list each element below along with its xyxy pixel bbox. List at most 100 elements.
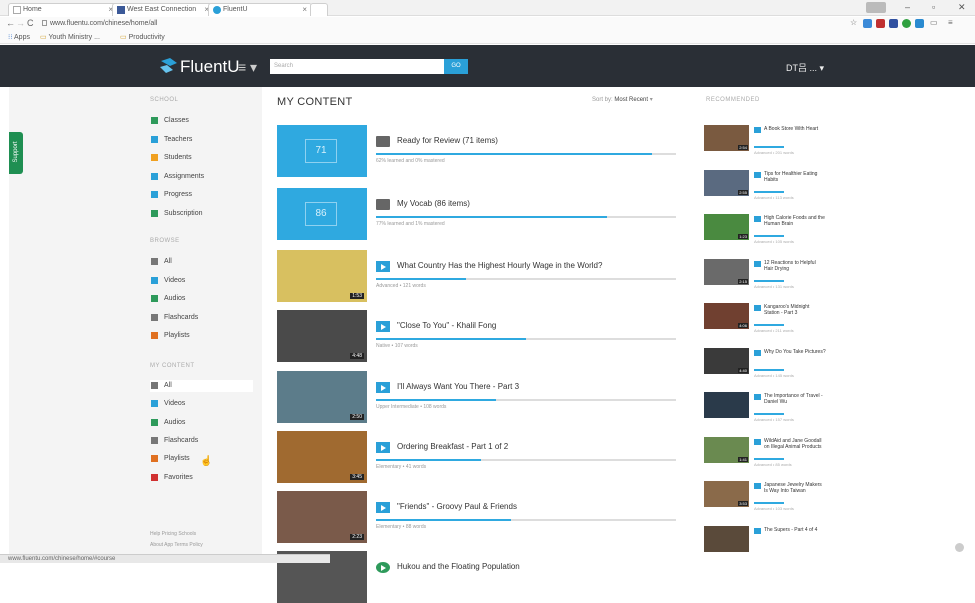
- support-tab[interactable]: Support: [9, 132, 23, 174]
- recommended-item[interactable]: 1:41 WildAid and Jane Goodall on Illegal …: [704, 436, 826, 477]
- recommended-title[interactable]: The Importance of Travel - Daniel Wu: [764, 393, 826, 405]
- content-card[interactable]: 4:48 "Close To You" - Khalil Fong Native •…: [277, 310, 697, 362]
- video-thumbnail[interactable]: 2:23: [277, 491, 367, 543]
- menu-icon[interactable]: ≡: [948, 18, 953, 27]
- new-tab-button[interactable]: [310, 3, 328, 16]
- video-thumbnail[interactable]: 4:48: [277, 310, 367, 362]
- browser-tab-home[interactable]: Home ×: [8, 3, 118, 16]
- video-thumbnail[interactable]: 1:23: [704, 214, 749, 240]
- forward-icon[interactable]: →: [16, 18, 25, 28]
- extension-icon[interactable]: [863, 19, 872, 28]
- extension-icon[interactable]: [876, 19, 885, 28]
- recommended-title[interactable]: WildAid and Jane Goodall on Illegal Anim…: [764, 438, 826, 450]
- video-thumbnail[interactable]: [704, 525, 749, 552]
- recommended-item[interactable]: The Supers - Part 4 of 4: [704, 525, 826, 566]
- sidebar-item-flashcards[interactable]: Flashcards: [150, 435, 253, 447]
- video-thumbnail[interactable]: 3:53: [704, 481, 749, 507]
- video-thumbnail[interactable]: [704, 392, 749, 418]
- sort-control[interactable]: Sort by: Most Recent ▾: [592, 96, 653, 103]
- back-icon[interactable]: ←: [6, 18, 15, 28]
- address-bar[interactable]: www.fluentu.com/chinese/home/all: [36, 18, 844, 30]
- recommended-title[interactable]: Tips for Healthier Eating Habits: [764, 171, 826, 183]
- content-card[interactable]: 2:23 "Friends" - Groovy Paul & Friends Ele…: [277, 491, 697, 543]
- reload-icon[interactable]: C: [27, 18, 34, 28]
- recommended-item[interactable]: 1:23 High Calorie Foods and the Human Bra…: [704, 214, 826, 254]
- sidebar-item-classes[interactable]: Classes: [150, 115, 253, 127]
- recommended-item[interactable]: The Importance of Travel - Daniel Wu Adva…: [704, 392, 824, 432]
- recommended-item[interactable]: 3:53 Japanese Jewelry Makers Is Way Into …: [704, 481, 824, 521]
- content-title[interactable]: Hukou and the Floating Population: [397, 562, 520, 571]
- sidebar-item-progress[interactable]: Progress: [150, 189, 253, 201]
- star-icon[interactable]: ☆: [850, 18, 857, 27]
- recommended-title[interactable]: Kangaroo's Midnight Station - Part 3: [764, 304, 826, 316]
- recommended-item[interactable]: 4:06 Kangaroo's Midnight Station - Part 3…: [704, 303, 824, 343]
- content-card[interactable]: 86 My Vocab (86 items) 77% learned and 1% …: [277, 188, 697, 240]
- sidebar-item-favorites[interactable]: Favorites: [150, 472, 253, 484]
- sidebar-item-assignments[interactable]: Assignments: [150, 171, 253, 183]
- content-card[interactable]: 2:50 I'll Always Want You There - Part 3 U…: [277, 371, 697, 423]
- sidebar-item-students[interactable]: Students: [150, 152, 253, 164]
- recommended-item[interactable]: 2:54 A Book Store With Heart Advanced • 20…: [704, 125, 824, 165]
- content-title[interactable]: "Close To You" - Khalil Fong: [397, 321, 496, 330]
- sidebar-item-playlists[interactable]: Playlists: [150, 330, 253, 342]
- video-thumbnail[interactable]: 2:54: [704, 125, 749, 151]
- video-thumbnail[interactable]: 2:50: [277, 371, 367, 423]
- content-title[interactable]: Ordering Breakfast - Part 1 of 2: [397, 442, 508, 451]
- recommended-title[interactable]: Japanese Jewelry Makers Is Way Into Taiw…: [764, 482, 826, 494]
- language-selector[interactable]: DT吕 ... ▾: [786, 61, 824, 74]
- maximize-icon[interactable]: ▫: [932, 2, 935, 12]
- minimize-icon[interactable]: –: [905, 2, 910, 12]
- video-thumbnail[interactable]: 3:45: [277, 431, 367, 483]
- recommended-item[interactable]: 4:40 Why Do You Take Pictures? Advanced • …: [704, 347, 826, 388]
- video-thumbnail[interactable]: 1:41: [704, 436, 749, 463]
- content-title[interactable]: "Friends" - Groovy Paul & Friends: [397, 502, 517, 511]
- extension-icon[interactable]: [889, 19, 898, 28]
- recommended-item[interactable]: 2:55 Tips for Healthier Eating Habits Adva…: [704, 169, 826, 210]
- bookmark-youth-ministry[interactable]: ▭ Youth Ministry ...: [40, 32, 100, 44]
- sidebar-item-flashcards[interactable]: Flashcards: [150, 312, 253, 324]
- user-badge[interactable]: [866, 2, 886, 13]
- content-title[interactable]: What Country Has the Highest Hourly Wage…: [397, 261, 602, 270]
- content-card[interactable]: 71 Ready for Review (71 items) 62% learned…: [277, 125, 697, 177]
- recommended-title[interactable]: 12 Reactions to Helpful Hair Drying: [764, 260, 826, 272]
- sidebar-item-subscription[interactable]: Subscription: [150, 208, 253, 220]
- content-title[interactable]: My Vocab (86 items): [397, 199, 470, 208]
- flashcard-deck-thumbnail[interactable]: 86: [277, 188, 367, 240]
- browser-tab-fluentu[interactable]: FluentU ×: [208, 3, 312, 16]
- recommended-title[interactable]: Why Do You Take Pictures?: [764, 349, 826, 355]
- sidebar-item-videos[interactable]: Videos: [150, 275, 253, 287]
- sidebar-item-audios[interactable]: Audios: [150, 417, 253, 429]
- close-window-icon[interactable]: ✕: [958, 2, 966, 13]
- search-go-button[interactable]: GO: [444, 59, 468, 74]
- content-card[interactable]: 3:45 Ordering Breakfast - Part 1 of 2 Elem…: [277, 431, 697, 483]
- video-thumbnail[interactable]: 4:40: [704, 347, 749, 374]
- content-title[interactable]: I'll Always Want You There - Part 3: [397, 382, 519, 391]
- content-card[interactable]: 1:53 What Country Has the Highest Hourly …: [277, 250, 697, 302]
- cast-icon[interactable]: ▭: [930, 18, 938, 27]
- footer-links[interactable]: Help Pricing Schools: [150, 531, 196, 537]
- sidebar-item-all[interactable]: All: [150, 380, 253, 392]
- search-input[interactable]: Search: [270, 59, 444, 74]
- sidebar-item-audios[interactable]: Audios: [150, 293, 253, 305]
- bookmark-apps[interactable]: ⁝⁝ Apps: [8, 32, 30, 44]
- video-thumbnail[interactable]: 2:55: [704, 169, 749, 196]
- video-thumbnail[interactable]: 1:53: [277, 250, 367, 302]
- content-card[interactable]: Hukou and the Floating Population: [277, 551, 697, 603]
- scroll-indicator[interactable]: [955, 543, 964, 552]
- recommended-title[interactable]: The Supers - Part 4 of 4: [764, 527, 826, 533]
- flashcard-deck-thumbnail[interactable]: 71: [277, 125, 367, 177]
- sidebar-item-all[interactable]: All: [150, 256, 253, 268]
- recommended-title[interactable]: High Calorie Foods and the Human Brain: [764, 215, 826, 227]
- recommended-item[interactable]: 2:15 12 Reactions to Helpful Hair Drying A…: [704, 258, 826, 299]
- sidebar-item-videos[interactable]: Videos: [150, 398, 253, 410]
- footer-links[interactable]: About App Terms Policy: [150, 542, 203, 548]
- extension-icon[interactable]: [902, 19, 911, 28]
- sidebar-item-teachers[interactable]: Teachers: [150, 134, 253, 146]
- recommended-title[interactable]: A Book Store With Heart: [764, 126, 826, 132]
- hamburger-menu-icon[interactable]: ≡ ▾: [238, 59, 257, 76]
- content-title[interactable]: Ready for Review (71 items): [397, 136, 498, 145]
- close-icon[interactable]: ×: [302, 4, 307, 16]
- browser-tab-west-east[interactable]: West East Connection ×: [112, 3, 214, 16]
- video-thumbnail[interactable]: 4:06: [704, 303, 749, 329]
- fluentu-logo[interactable]: FluentU: [158, 57, 240, 76]
